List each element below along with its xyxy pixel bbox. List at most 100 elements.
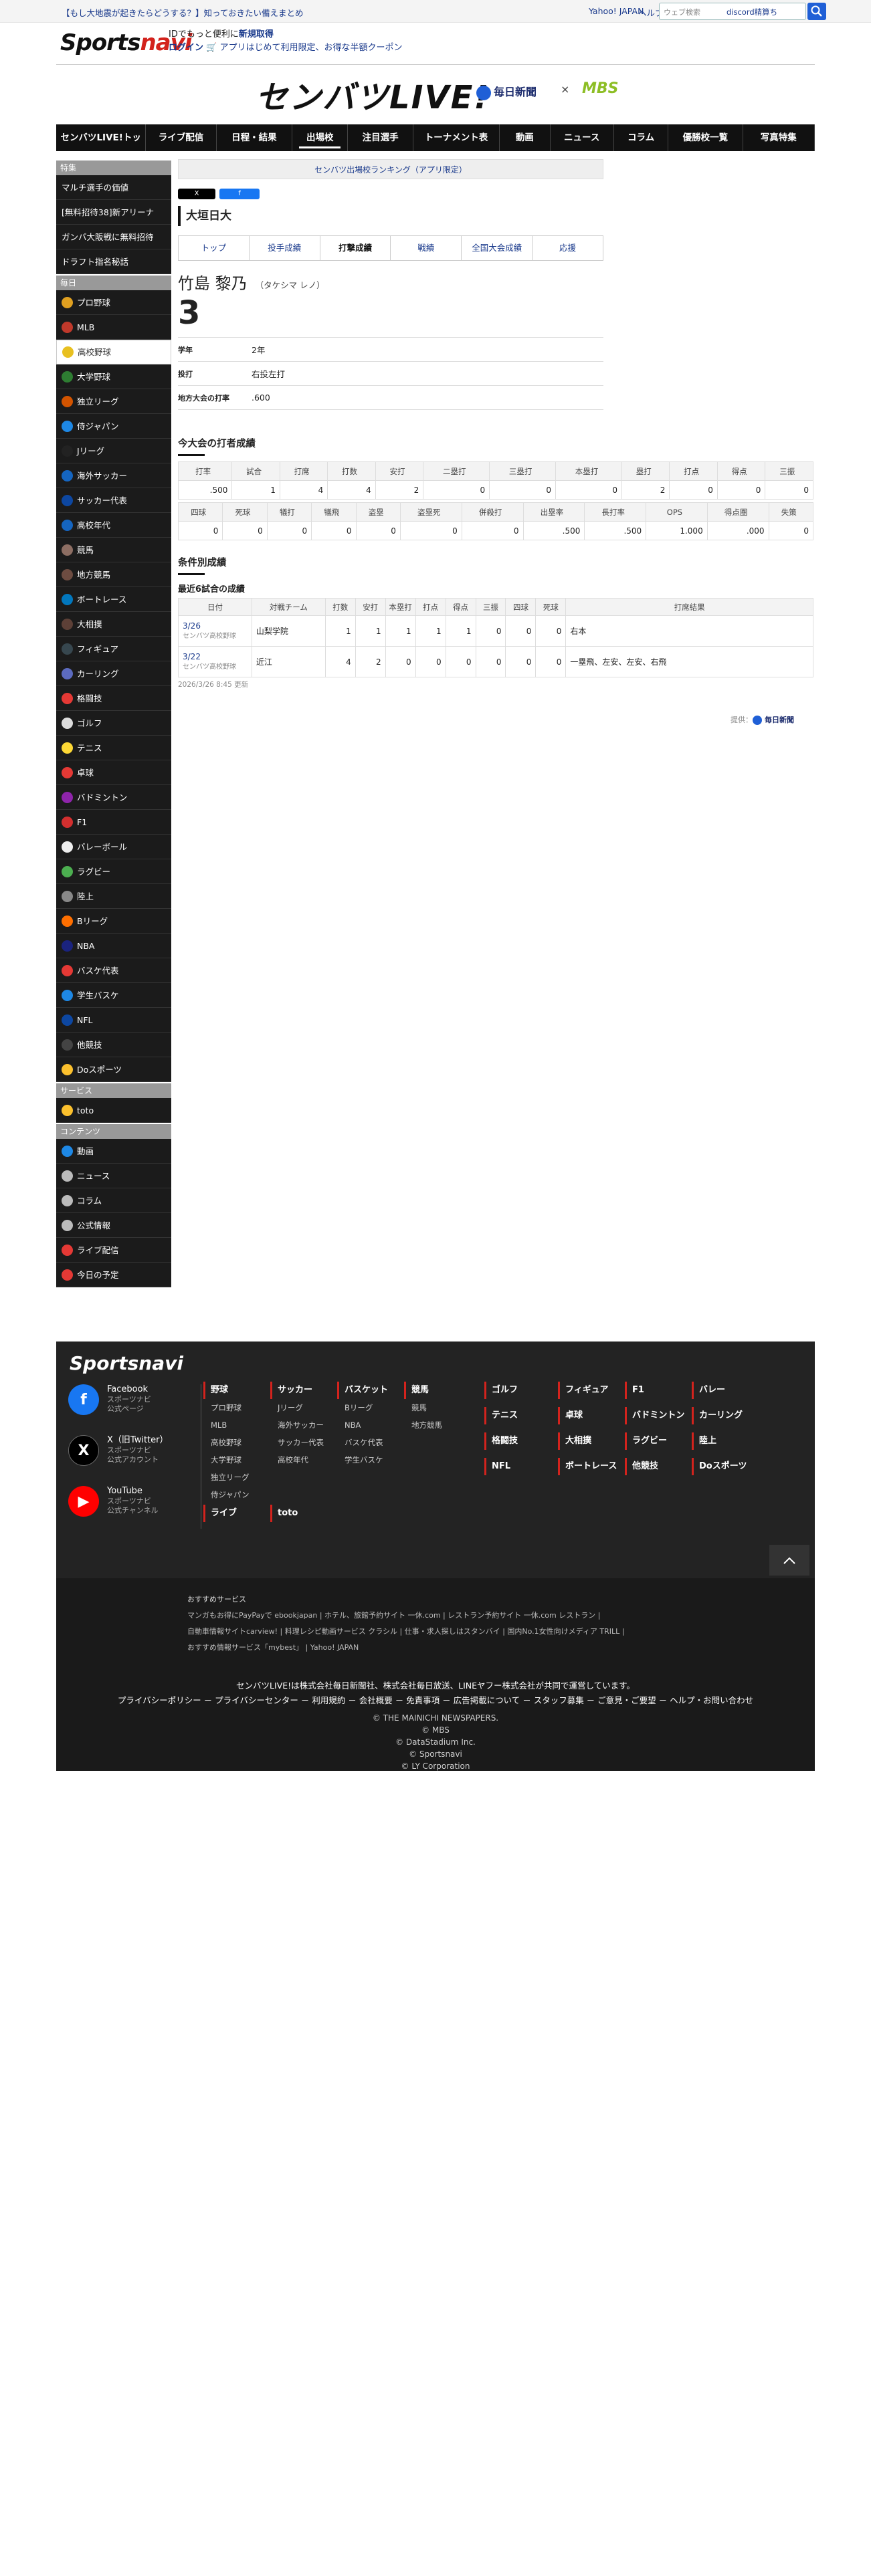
footer-col-heading[interactable]: サッカー	[270, 1382, 324, 1399]
tab[interactable]: 投手成績	[250, 236, 320, 260]
footer-col-heading[interactable]: 大相撲	[558, 1432, 591, 1450]
sidebar-item[interactable]: F1	[56, 810, 171, 835]
game-date-link[interactable]: 3/26	[183, 621, 248, 631]
footer-col-heading[interactable]: バレー	[692, 1382, 725, 1399]
nav-item[interactable]: 注目選手	[348, 124, 413, 151]
sidebar-item[interactable]: 海外サッカー	[56, 463, 171, 488]
sidebar-item[interactable]: 競馬	[56, 538, 171, 562]
social-link[interactable]: X X（旧Twitter） スポーツナビ 公式アカウント	[68, 1435, 168, 1466]
footer-col-heading[interactable]: カーリング	[692, 1407, 743, 1424]
footer-live-link[interactable]: ライブ	[203, 1505, 237, 1522]
footer-col-heading[interactable]: F1	[625, 1382, 644, 1399]
sidebar-item[interactable]: toto	[56, 1098, 171, 1123]
footer-col-heading[interactable]: ラグビー	[625, 1432, 667, 1450]
footer-col-link[interactable]: NBA	[337, 1416, 388, 1434]
sidebar-item[interactable]: ラグビー	[56, 859, 171, 884]
services-line-2[interactable]: 自動車情報サイトcarview! | 料理レシピ動画サービス クラシル | 仕事…	[187, 1624, 624, 1640]
footer-toto-link[interactable]: toto	[270, 1505, 298, 1522]
sidebar-item[interactable]: ニュース	[56, 1164, 171, 1188]
footer-col-heading[interactable]: 野球	[203, 1382, 250, 1399]
footer-col-link[interactable]: 独立リーグ	[203, 1469, 250, 1486]
footer-col-heading[interactable]: 卓球	[558, 1407, 583, 1424]
footer-col-link[interactable]: 大学野球	[203, 1451, 250, 1469]
nav-item[interactable]: 優勝校一覧	[668, 124, 743, 151]
sidebar-item[interactable]: バスケ代表	[56, 958, 171, 983]
footer-logo[interactable]: Sportsnavi	[70, 1352, 183, 1374]
footer-col-heading[interactable]: Doスポーツ	[692, 1458, 747, 1475]
sidebar-item[interactable]: 卓球	[56, 760, 171, 785]
sidebar-item[interactable]: マルチ選手の価値	[56, 175, 171, 200]
senbatsu-live-logo[interactable]: センバツLIVE!	[256, 71, 490, 118]
sidebar-item[interactable]: 大相撲	[56, 612, 171, 637]
sidebar-item[interactable]: プロ野球	[56, 290, 171, 315]
sidebar-item[interactable]: 公式情報	[56, 1213, 171, 1238]
sidebar-item[interactable]: 大学野球	[56, 364, 171, 389]
game-date-link[interactable]: 3/22	[183, 652, 248, 661]
sidebar-item[interactable]: ドラフト指名秘話	[56, 249, 171, 274]
footer-col-heading[interactable]: 格闘技	[484, 1432, 518, 1450]
footer-col-link[interactable]: バスケ代表	[337, 1434, 388, 1451]
footer-col-heading[interactable]: 競馬	[404, 1382, 442, 1399]
tab[interactable]: 戦績	[391, 236, 462, 260]
footer-col-heading[interactable]: バスケット	[337, 1382, 388, 1399]
footer-col-link[interactable]: 地方競馬	[404, 1416, 442, 1434]
sidebar-item[interactable]: 学生バスケ	[56, 983, 171, 1008]
sidebar-item[interactable]: コラム	[56, 1188, 171, 1213]
footer-col-heading[interactable]: ボートレース	[558, 1458, 617, 1475]
sidebar-item[interactable]: 格闘技	[56, 686, 171, 711]
sidebar-item[interactable]: 動画	[56, 1139, 171, 1164]
sidebar-item[interactable]: Bリーグ	[56, 909, 171, 934]
footer-col-link[interactable]: Bリーグ	[337, 1399, 388, 1416]
sidebar-item[interactable]: ゴルフ	[56, 711, 171, 736]
search-button[interactable]	[807, 3, 826, 20]
sidebar-item[interactable]: バレーボール	[56, 835, 171, 859]
sidebar-item[interactable]: ライブ配信	[56, 1238, 171, 1263]
sidebar-item[interactable]: サッカー代表	[56, 488, 171, 513]
nav-item[interactable]: トーナメント表	[413, 124, 500, 151]
share-x-button[interactable]: X	[178, 189, 215, 199]
footer-col-link[interactable]: MLB	[203, 1416, 250, 1434]
nav-item[interactable]: センバツLIVE!トップ	[56, 124, 147, 170]
nav-item[interactable]: ニュース	[551, 124, 614, 151]
sidebar-item[interactable]: 侍ジャパン	[56, 414, 171, 439]
footer-col-heading[interactable]: フィギュア	[558, 1382, 608, 1399]
tab[interactable]: 応援	[533, 236, 603, 260]
footer-col-link[interactable]: サッカー代表	[270, 1434, 324, 1451]
social-link[interactable]: ▶ YouTube スポーツナビ 公式チャンネル	[68, 1486, 159, 1517]
services-line-3[interactable]: おすすめ情報サービス「mybest」 | Yahoo! JAPAN	[187, 1640, 624, 1656]
search-input[interactable]: ウェブ検索 discord精算ち	[659, 3, 806, 20]
sidebar-item[interactable]: [無料招待38]新アリーナ	[56, 200, 171, 225]
tab[interactable]: トップ	[179, 236, 250, 260]
sidebar-item[interactable]: 高校野球	[56, 340, 171, 364]
services-line-1[interactable]: マンガもお得にPayPayで ebookjapan | ホテル、旅館予約サイト …	[187, 1608, 624, 1624]
sidebar-item[interactable]: フィギュア	[56, 637, 171, 661]
nav-item[interactable]: 写真特集	[743, 124, 815, 151]
sidebar-item[interactable]: バドミントン	[56, 785, 171, 810]
share-facebook-button[interactable]: f	[219, 189, 260, 199]
sidebar-item[interactable]: Jリーグ	[56, 439, 171, 463]
sidebar-item[interactable]: カーリング	[56, 661, 171, 686]
sidebar-item[interactable]: 独立リーグ	[56, 389, 171, 414]
promo-link[interactable]: 【もし大地震が起きたらどうする？】知っておきたい備えまとめ	[62, 6, 304, 19]
nav-item[interactable]: コラム	[614, 124, 669, 151]
nav-item[interactable]: 出場校	[292, 124, 349, 151]
footer-col-heading[interactable]: バドミントン	[625, 1407, 684, 1424]
tab[interactable]: 全国大会成績	[462, 236, 533, 260]
footer-col-heading[interactable]: 他競技	[625, 1458, 658, 1475]
sidebar-item[interactable]: 今日の予定	[56, 1263, 171, 1287]
app-coupon-link[interactable]: アプリはじめて利用限定、お得な半額クーポン	[219, 43, 402, 53]
footer-col-heading[interactable]: テニス	[484, 1407, 518, 1424]
search-suggestion[interactable]: discord精算ち	[727, 7, 805, 17]
sidebar-item[interactable]: NBA	[56, 934, 171, 958]
sidebar-item[interactable]: テニス	[56, 736, 171, 760]
footer-col-link[interactable]: Jリーグ	[270, 1399, 324, 1416]
footer-col-link[interactable]: プロ野球	[203, 1399, 250, 1416]
login-link[interactable]: ログイン	[169, 43, 203, 53]
sidebar-item[interactable]: NFL	[56, 1008, 171, 1033]
nav-item[interactable]: 動画	[500, 124, 551, 151]
footer-col-heading[interactable]: NFL	[484, 1458, 510, 1475]
nav-item[interactable]: 日程・結果	[217, 124, 293, 151]
sidebar-item[interactable]: ボートレース	[56, 587, 171, 612]
footer-col-link[interactable]: 学生バスケ	[337, 1451, 388, 1469]
policy-links[interactable]: プライバシーポリシー － プライバシーセンター － 利用規約 － 会社概要 － …	[0, 1693, 871, 1708]
